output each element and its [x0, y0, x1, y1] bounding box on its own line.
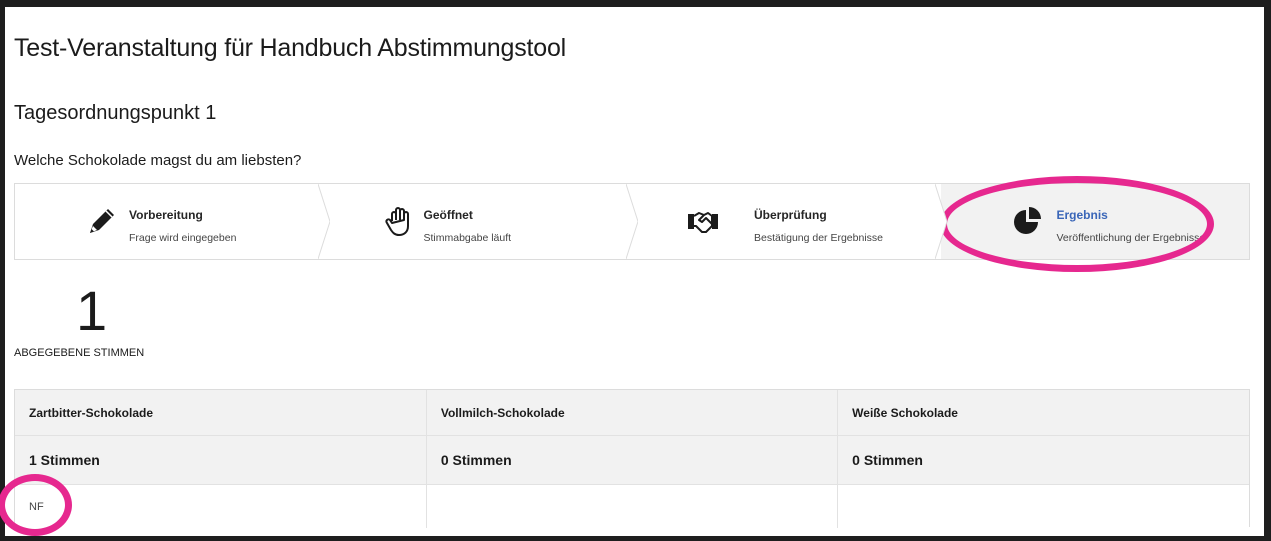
step-label: Vorbereitung — [129, 208, 203, 222]
option-name: Zartbitter-Schokolade — [15, 390, 427, 436]
step-geoeffnet[interactable]: Geöffnet Stimmabgabe läuft — [324, 184, 638, 259]
option-votes: 0 Stimmen — [425, 435, 839, 485]
agenda-item-title: Tagesordnungspunkt 1 — [14, 102, 217, 124]
option-votes: 0 Stimmen — [837, 435, 1249, 485]
step-ueberpruefung[interactable]: Überprüfung Bestätigung der Ergebnisse — [632, 184, 947, 259]
status-stepper: Vorbereitung Frage wird eingegeben Geöff… — [14, 183, 1250, 260]
option-voters — [425, 484, 839, 528]
results-table: Zartbitter-Schokolade Vollmilch-Schokola… — [14, 389, 1250, 528]
table-row: NF — [15, 484, 1249, 528]
vote-count: 1 — [76, 279, 108, 342]
pie-chart-icon — [1013, 207, 1041, 234]
table-row: Zartbitter-Schokolade Vollmilch-Schokola… — [15, 390, 1249, 436]
step-description: Veröffentlichung der Ergebnisse — [1056, 232, 1206, 244]
step-description: Frage wird eingegeben — [129, 232, 237, 244]
table-row: 1 Stimmen 0 Stimmen 0 Stimmen — [15, 435, 1249, 485]
step-ergebnis[interactable]: Ergebnis Veröffentlichung der Ergebnisse — [940, 184, 1249, 259]
vote-count-label: ABGEGEBENE STIMMEN — [14, 347, 145, 359]
pencil-icon — [90, 209, 114, 233]
option-votes: 1 Stimmen — [15, 435, 427, 485]
option-name: Weiße Schokolade — [837, 390, 1249, 436]
event-title: Test-Veranstaltung für Handbuch Abstimmu… — [14, 34, 567, 62]
step-vorbereitung[interactable]: Vorbereitung Frage wird eingegeben — [15, 184, 330, 259]
step-separator — [934, 184, 947, 259]
option-voters: NF — [15, 484, 427, 528]
question-text: Welche Schokolade magst du am liebsten? — [14, 152, 302, 169]
option-name: Vollmilch-Schokolade — [425, 390, 839, 436]
step-separator — [626, 184, 638, 259]
step-label: Ergebnis — [1056, 208, 1108, 222]
hand-icon — [384, 207, 409, 236]
step-separator — [317, 184, 330, 259]
option-voters — [837, 484, 1249, 528]
step-label: Überprüfung — [754, 208, 827, 222]
handshake-icon — [688, 212, 718, 233]
step-description: Stimmabgabe läuft — [423, 232, 512, 244]
step-label: Geöffnet — [423, 208, 473, 222]
step-description: Bestätigung der Ergebnisse — [754, 232, 883, 244]
